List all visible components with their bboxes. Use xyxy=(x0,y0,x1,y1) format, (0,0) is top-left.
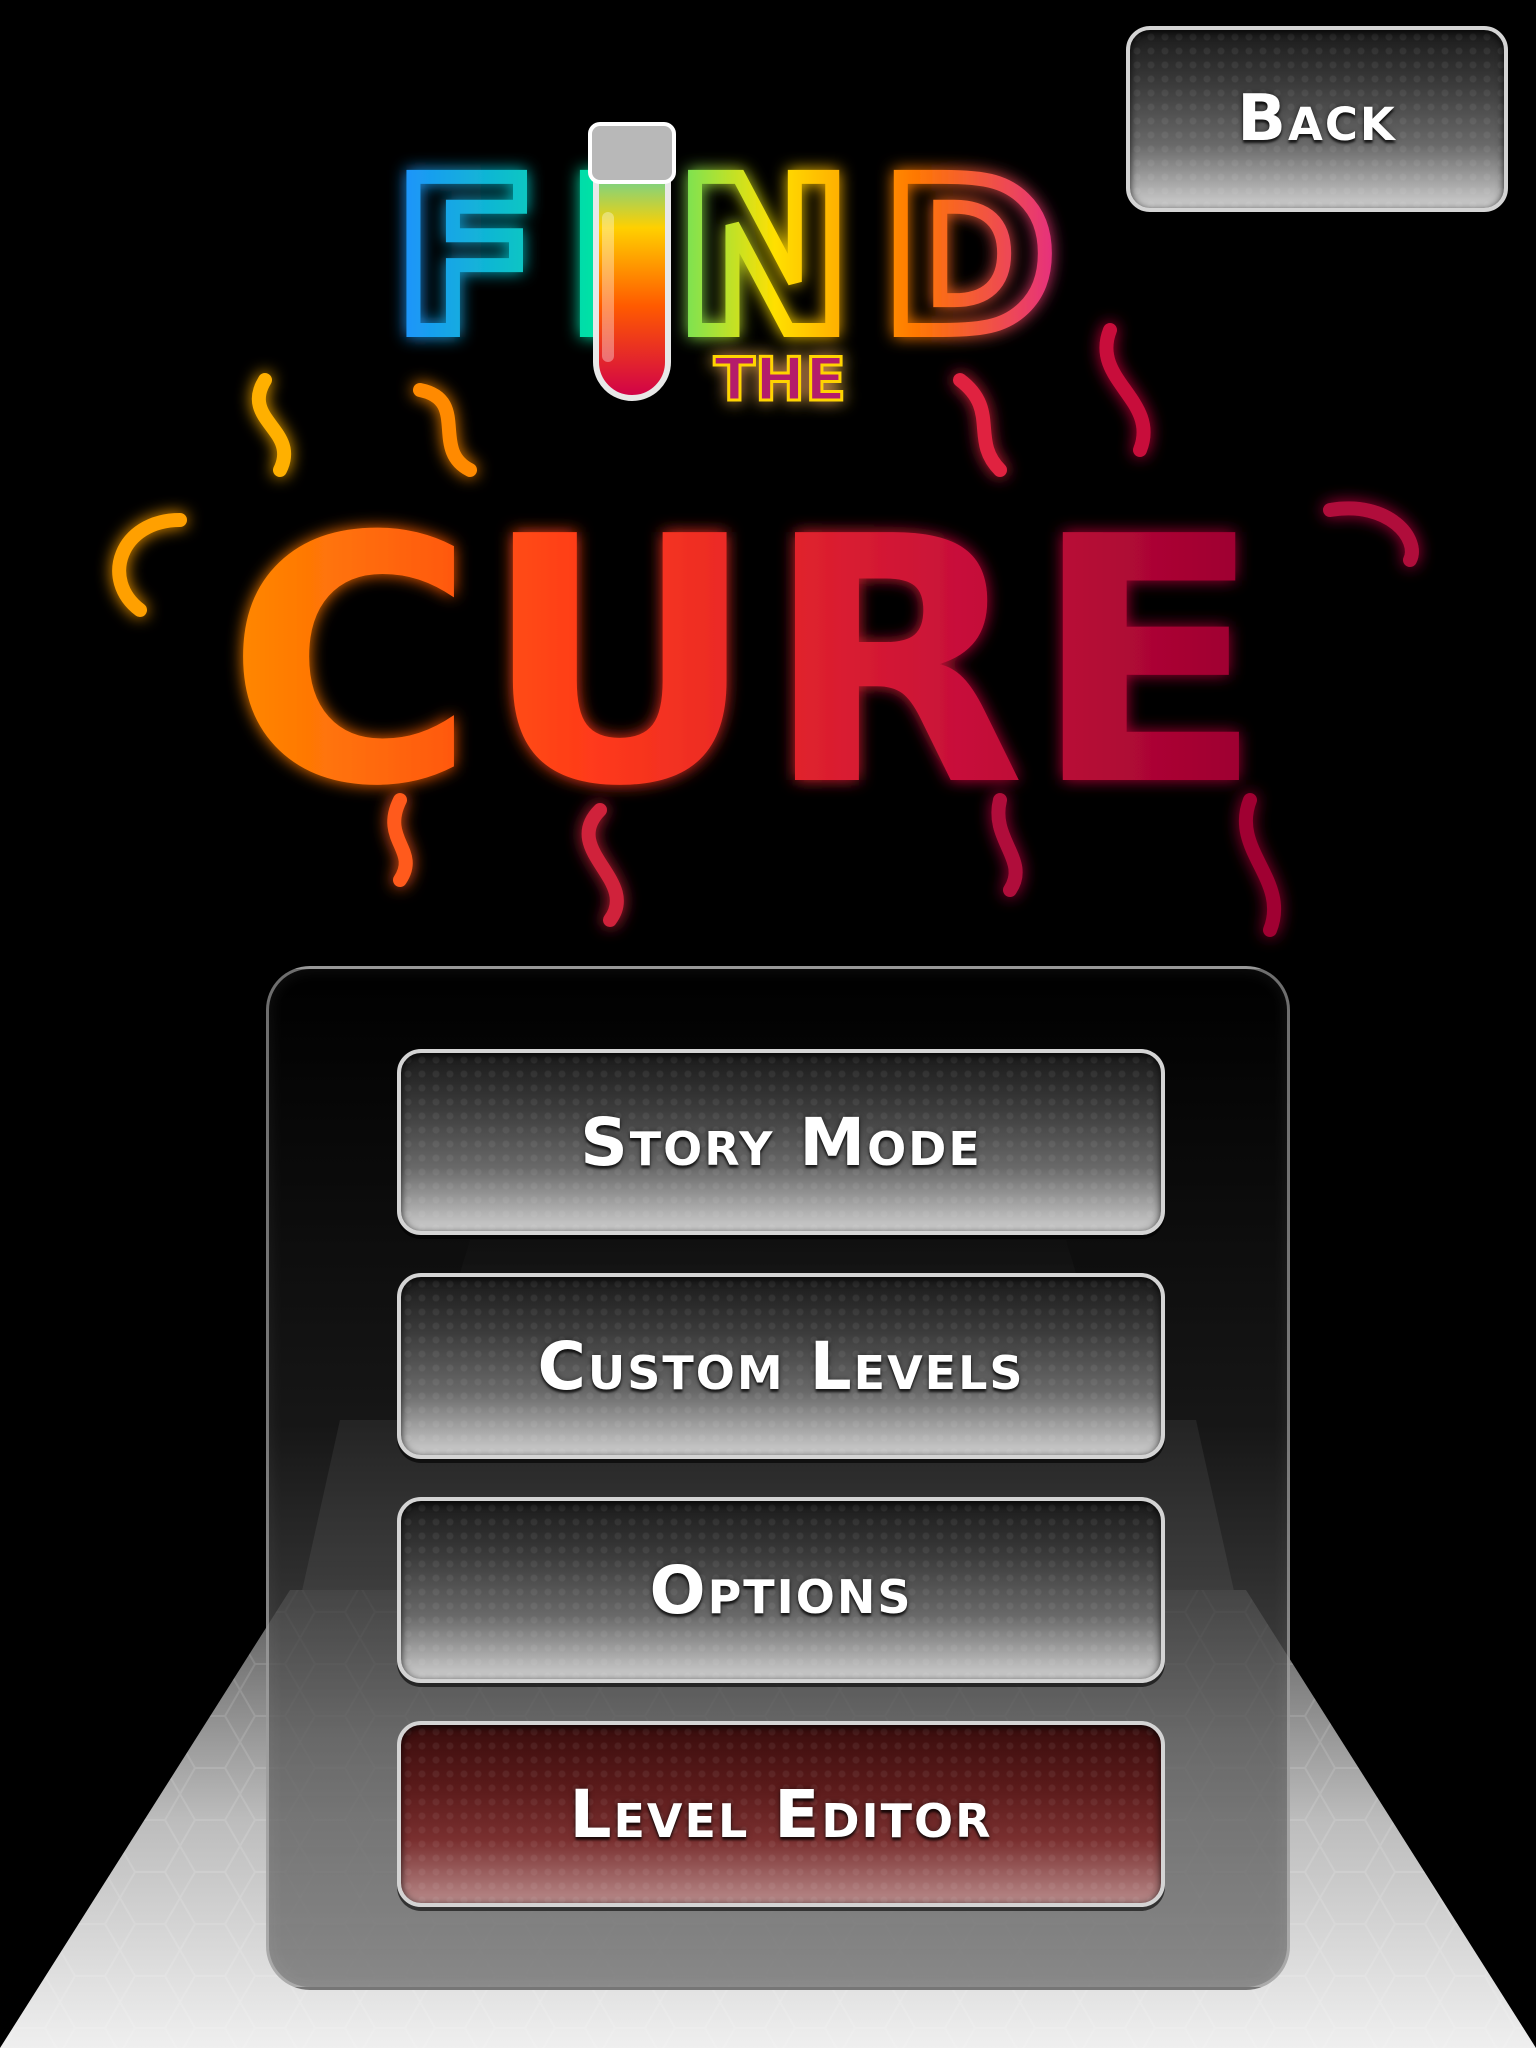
options-button[interactable]: Options xyxy=(397,1497,1165,1683)
main-menu-panel: Story Mode Custom Levels Options Level E… xyxy=(266,966,1290,1990)
back-button[interactable]: Back xyxy=(1126,26,1508,212)
logo-cure-text: CURE xyxy=(226,465,1270,861)
game-menu-screen: FIND THE CURE Back Story Mode Custom Lev… xyxy=(0,0,1536,2048)
logo-find-text: FIND xyxy=(394,135,1086,380)
level-editor-button[interactable]: Level Editor xyxy=(397,1721,1165,1907)
options-label: Options xyxy=(649,1551,913,1629)
test-tube-icon xyxy=(588,122,676,401)
level-editor-label: Level Editor xyxy=(569,1775,993,1853)
logo-the-text: THE xyxy=(714,345,846,415)
story-mode-label: Story Mode xyxy=(580,1103,982,1181)
story-mode-button[interactable]: Story Mode xyxy=(397,1049,1165,1235)
back-button-label: Back xyxy=(1237,82,1397,156)
custom-levels-button[interactable]: Custom Levels xyxy=(397,1273,1165,1459)
custom-levels-label: Custom Levels xyxy=(537,1327,1025,1405)
